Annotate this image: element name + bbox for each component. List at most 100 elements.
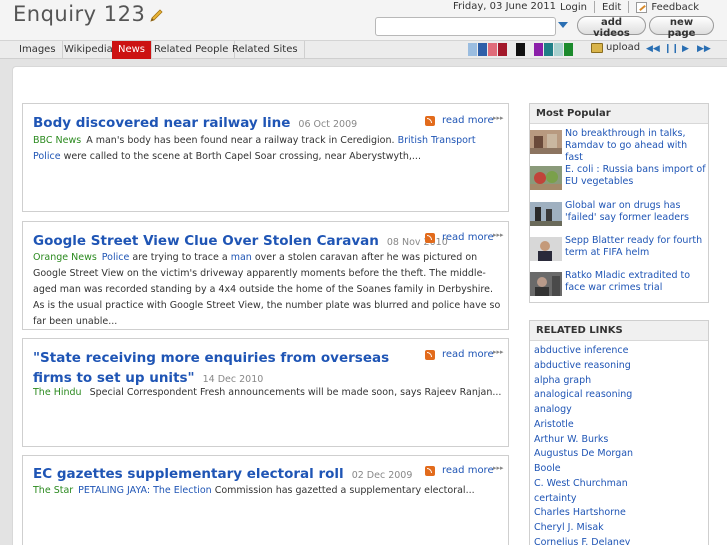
related-link[interactable]: C. West Churchman <box>534 478 628 490</box>
related-links-box: RELATED LINKS abductive inference abduct… <box>529 320 709 545</box>
news-title[interactable]: "State receiving more enquiries from ove… <box>33 348 418 390</box>
tab-images[interactable]: Images <box>13 41 63 59</box>
read-more-link[interactable]: read more <box>442 232 494 243</box>
news-source[interactable]: The Hindu <box>33 387 82 398</box>
tab-related-sites[interactable]: Related Sites <box>226 41 305 59</box>
color-swatches <box>468 43 574 56</box>
news-date: 08 Nov 2010 <box>386 237 448 248</box>
related-link[interactable]: analogy <box>534 404 572 416</box>
popular-item[interactable]: Sepp Blatter ready for fourth term at FI… <box>530 235 710 265</box>
most-popular-heading: Most Popular <box>530 104 708 124</box>
color-swatch[interactable] <box>554 43 563 56</box>
color-swatch[interactable] <box>516 43 525 56</box>
arrow-icon: ▸▸▸ <box>493 348 504 356</box>
tab-wikipedia[interactable]: Wikipedia <box>58 41 120 59</box>
snippet-text: Commission has gazetted a supplementary … <box>214 485 475 496</box>
color-swatch[interactable] <box>488 43 497 56</box>
arrow-icon: ▸▸▸ <box>493 231 504 239</box>
related-link[interactable]: Arthur W. Burks <box>534 434 608 446</box>
keyword-link[interactable]: Police <box>102 252 130 263</box>
feedback-link[interactable]: Feedback <box>651 2 699 13</box>
news-snippet: The Star PETALING JAYA: The Election Comm… <box>33 483 502 499</box>
most-popular-box: Most Popular No breakthrough in talks, R… <box>529 103 709 303</box>
snippet-text: are trying to trace a <box>132 252 228 263</box>
popular-item[interactable]: No breakthrough in talks, Ramdav to go a… <box>530 128 710 163</box>
related-link[interactable]: alpha graph <box>534 375 591 387</box>
news-card: Body discovered near railway line 06 Oct … <box>22 103 509 212</box>
arrow-icon: ▸▸▸ <box>493 464 504 472</box>
tab-news[interactable]: News <box>112 41 153 59</box>
related-link[interactable]: analogical reasoning <box>534 389 632 401</box>
related-link[interactable]: Cheryl J. Misak <box>534 522 604 534</box>
edit-link[interactable]: Edit <box>602 2 621 13</box>
popular-item[interactable]: E. coli : Russia bans import of EU veget… <box>530 164 710 194</box>
related-link[interactable]: abductive reasoning <box>534 360 631 372</box>
tab-related-people[interactable]: Related People <box>148 41 236 59</box>
news-title-text[interactable]: EC gazettes supplementary electoral roll <box>33 466 344 482</box>
news-snippet: Orange News Police are trying to trace a … <box>33 250 502 330</box>
site-logo[interactable]: Enquiry 123 <box>13 2 145 26</box>
news-source[interactable]: BBC News <box>33 135 81 146</box>
news-source[interactable]: The Star <box>33 485 73 496</box>
rss-icon[interactable] <box>425 116 435 126</box>
color-swatch[interactable] <box>544 43 553 56</box>
upload-label: upload <box>606 42 641 53</box>
new-page-button[interactable]: new page <box>649 16 714 39</box>
popular-headline[interactable]: E. coli : Russia bans import of EU veget… <box>565 164 707 188</box>
keyword-link[interactable]: man <box>231 252 252 263</box>
news-thumbnail[interactable] <box>530 166 562 190</box>
rss-icon[interactable] <box>425 466 435 476</box>
upload-icon <box>591 42 603 53</box>
read-more-link[interactable]: read more <box>442 115 494 126</box>
related-link[interactable]: Aristotle <box>534 419 574 431</box>
color-swatch[interactable] <box>468 43 477 56</box>
popular-item[interactable]: Global war on drugs has 'failed' say for… <box>530 200 710 230</box>
fast-forward-icon[interactable]: ▶▶ <box>697 44 711 54</box>
news-source[interactable]: Orange News <box>33 252 97 263</box>
news-card: "State receiving more enquiries from ove… <box>22 338 509 447</box>
news-thumbnail[interactable] <box>530 237 562 261</box>
popular-headline[interactable]: Sepp Blatter ready for fourth term at FI… <box>565 235 707 259</box>
news-title-text[interactable]: Body discovered near railway line <box>33 115 290 131</box>
news-thumbnail[interactable] <box>530 130 562 154</box>
popular-headline[interactable]: No breakthrough in talks, Ramdav to go a… <box>565 128 707 164</box>
rss-icon[interactable] <box>425 233 435 243</box>
news-title[interactable]: Body discovered near railway line 06 Oct … <box>33 113 357 135</box>
color-swatch[interactable] <box>564 43 573 56</box>
news-thumbnail[interactable] <box>530 272 562 296</box>
related-link[interactable]: Boole <box>534 463 561 475</box>
related-link[interactable]: certainty <box>534 493 577 505</box>
related-link[interactable]: Augustus De Morgan <box>534 448 633 460</box>
popular-headline[interactable]: Ratko Mladic extradited to face war crim… <box>565 270 707 294</box>
tab-bar: Images Wikipedia News Related People Rel… <box>0 40 727 59</box>
login-link[interactable]: Login <box>560 2 587 13</box>
dropdown-arrow-icon[interactable] <box>558 22 568 28</box>
rewind-icon[interactable]: ◀◀ <box>646 44 660 54</box>
news-thumbnail[interactable] <box>530 202 562 226</box>
related-link[interactable]: abductive inference <box>534 345 628 357</box>
news-date: 14 Dec 2010 <box>202 374 264 385</box>
add-videos-button[interactable]: add videos <box>577 16 646 39</box>
news-date: 06 Oct 2009 <box>298 119 358 130</box>
snippet-text: over a stolen caravan after he was pictu… <box>33 252 501 327</box>
search-input[interactable] <box>375 17 556 36</box>
related-links-heading: RELATED LINKS <box>530 321 708 341</box>
read-more-link[interactable]: read more <box>442 349 494 360</box>
upload-link[interactable]: upload <box>591 42 640 53</box>
snippet-text: A man's body has been found near a railw… <box>86 135 395 146</box>
color-swatch[interactable] <box>478 43 487 56</box>
color-swatch[interactable] <box>498 43 507 56</box>
read-more-link[interactable]: read more <box>442 465 494 476</box>
color-swatch[interactable] <box>534 43 543 56</box>
popular-headline[interactable]: Global war on drugs has 'failed' say for… <box>565 200 707 224</box>
play-icon[interactable]: ▶ <box>682 44 689 54</box>
feedback-icon <box>636 1 648 13</box>
rss-icon[interactable] <box>425 350 435 360</box>
related-link[interactable]: Charles Hartshorne <box>534 507 626 519</box>
keyword-link[interactable]: PETALING JAYA: The <box>78 485 171 496</box>
news-title-text[interactable]: Google Street View Clue Over Stolen Cara… <box>33 233 379 249</box>
related-link[interactable]: Cornelius F. Delaney <box>534 537 630 545</box>
pause-icon[interactable]: ❙❙ <box>664 44 679 54</box>
keyword-link[interactable]: Election <box>174 485 212 496</box>
popular-item[interactable]: Ratko Mladic extradited to face war crim… <box>530 270 710 300</box>
